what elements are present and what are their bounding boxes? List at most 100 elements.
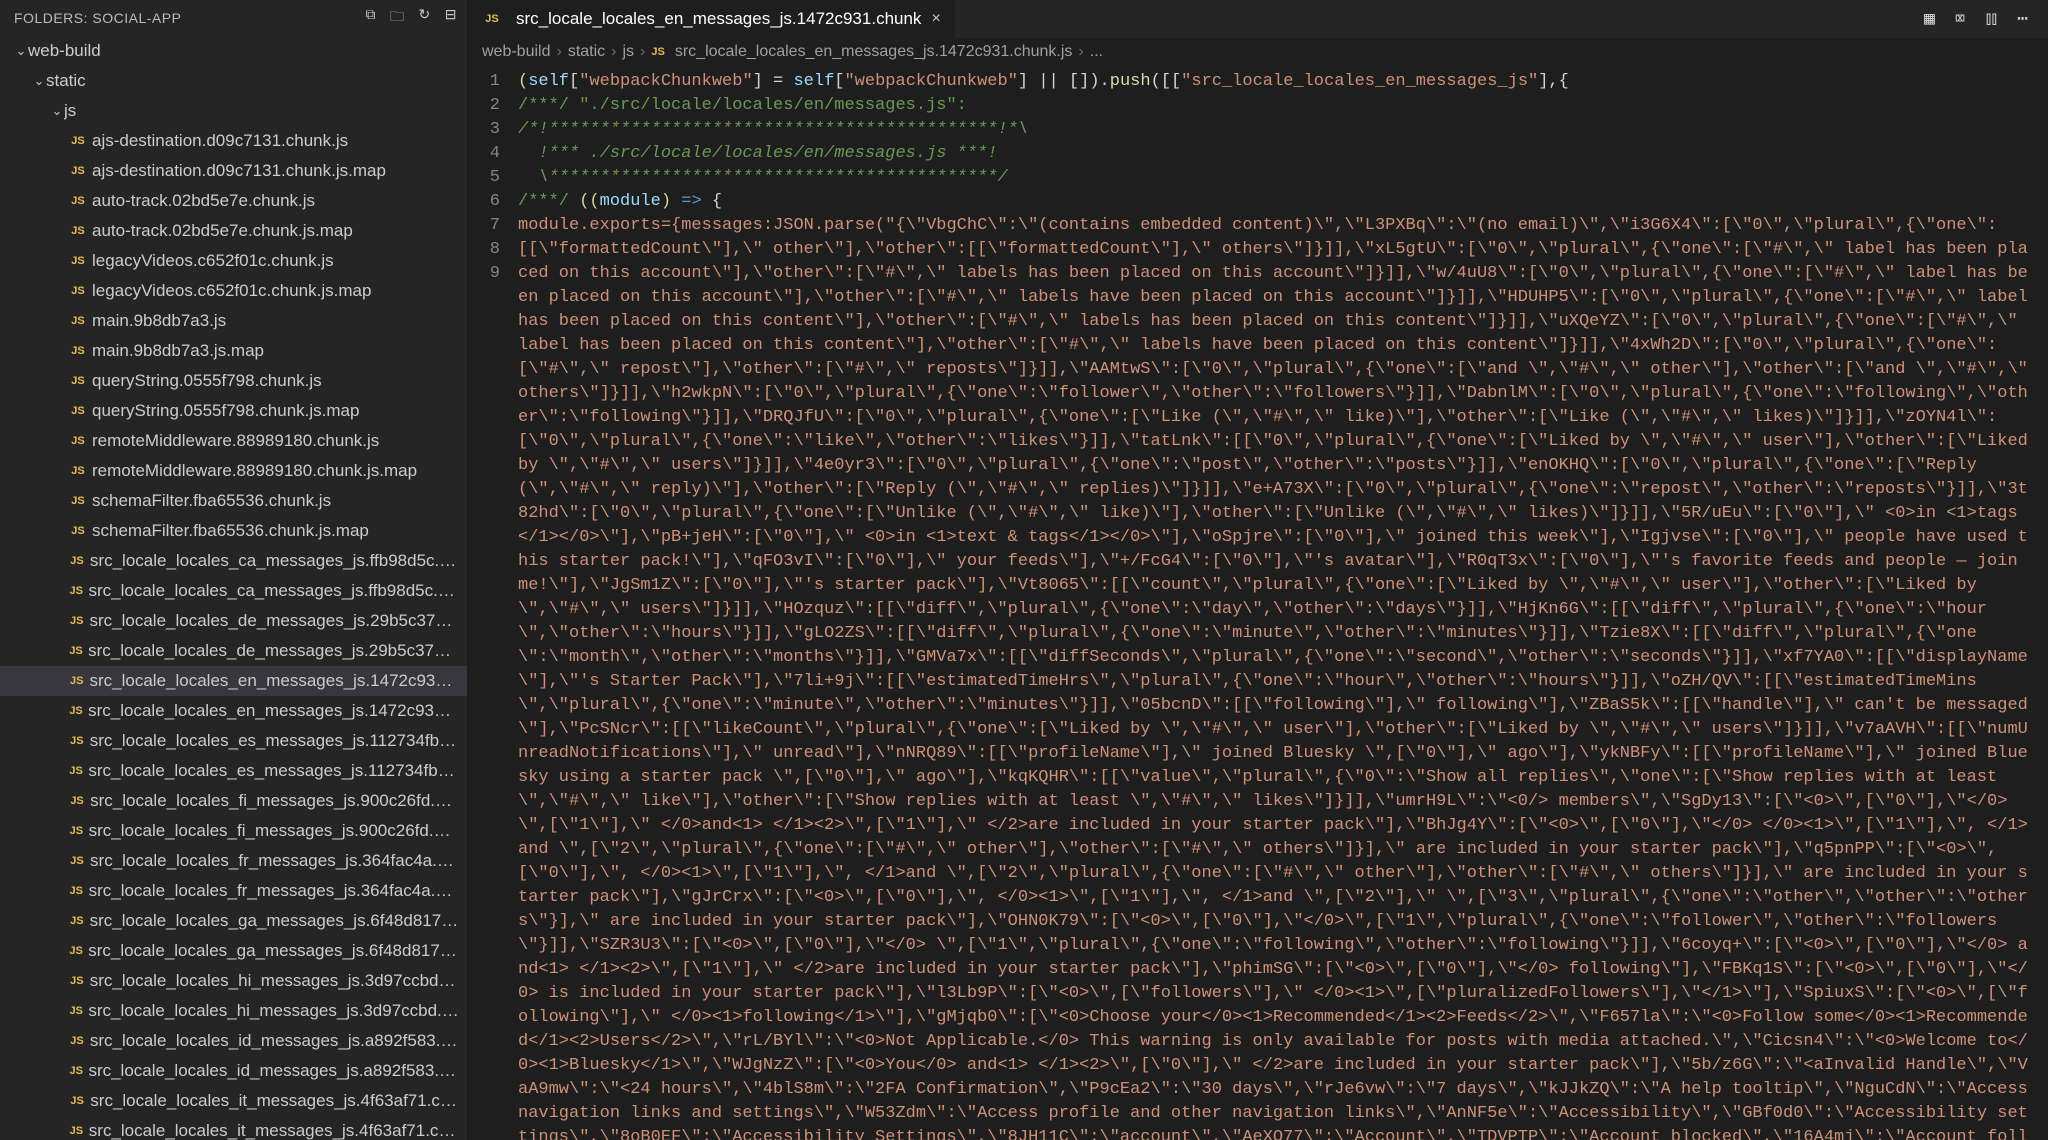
tree-folder[interactable]: ⌄web-build <box>0 36 467 66</box>
js-file-icon: JS <box>68 255 88 267</box>
js-file-icon: JS <box>68 315 88 327</box>
tree-file[interactable]: JS auto-track.02bd5e7e.chunk.js <box>0 186 467 216</box>
file-label: src_locale_locales_hi_messages_js.3d97cc… <box>90 971 459 991</box>
tree-file[interactable]: JSajs-destination.d09c7131.chunk.js.map <box>0 156 467 186</box>
js-file-icon: JS <box>68 285 88 297</box>
tree-file[interactable]: JSsrc_locale_locales_fi_messages_js.900c… <box>0 786 467 816</box>
tree-file[interactable]: JS main.9b8db7a3.js <box>0 306 467 336</box>
js-file-icon: JS <box>68 375 88 387</box>
tree-file[interactable]: JSremoteMiddleware.88989180.chunk.js.map <box>0 456 467 486</box>
code-line-9[interactable]: module.exports={messages:JSON.parse("{\"… <box>518 214 2048 1140</box>
js-file-icon: JS <box>68 1065 84 1077</box>
tree-file[interactable]: JS src_locale_locales_id_messages_js.a892… <box>0 1026 467 1056</box>
code-editor[interactable]: 123456789 (self["webpackChunkweb"] = sel… <box>468 66 2048 1140</box>
new-file-icon[interactable]: ⧉ <box>366 6 377 30</box>
tree-file[interactable]: JSsrc_locale_locales_fr_messages_js.364f… <box>0 876 467 906</box>
tree-file[interactable]: JSsrc_locale_locales_en_messages_js.1472… <box>0 696 467 726</box>
file-label: src_locale_locales_hi_messages_js.3d97cc… <box>88 1001 459 1021</box>
tree-file[interactable]: JSqueryString.0555f798.chunk.js <box>0 366 467 396</box>
chevron-down-icon: ⌄ <box>32 73 46 89</box>
breadcrumb-part[interactable]: ... <box>1090 43 1103 61</box>
js-file-icon: JS <box>68 435 88 447</box>
js-file-icon: JS <box>68 975 86 987</box>
refresh-icon[interactable]: ↻ <box>419 6 431 30</box>
tree-file[interactable]: JSsrc_locale_locales_id_messages_js.a892… <box>0 1056 467 1086</box>
collapse-icon[interactable]: ⊟ <box>445 6 457 30</box>
js-file-icon: JS <box>68 1125 85 1137</box>
breadcrumb[interactable]: web-build › static › js › JS src_locale_… <box>468 38 2048 66</box>
tree-file[interactable]: JSschemaFilter.fba65536.chunk.js.map <box>0 516 467 546</box>
js-file-icon: JS <box>68 135 88 147</box>
tree-file[interactable]: JSsrc_locale_locales_de_messages_js.29b5… <box>0 606 467 636</box>
tree-file[interactable]: JSremoteMiddleware.88989180.chunk.js <box>0 426 467 456</box>
tree-file[interactable]: JSsrc_locale_locales_fi_messages_js.900c… <box>0 816 467 846</box>
line-number: 6 <box>468 190 518 214</box>
file-tree[interactable]: ⌄web-build⌄static⌄jsJSajs-destination.d0… <box>0 36 467 1140</box>
line-number: 8 <box>468 238 518 262</box>
file-label: src_locale_locales_fi_messages_js.900c26… <box>89 821 459 841</box>
js-file-icon: JS <box>68 165 88 177</box>
tree-file[interactable]: JS legacyVideos.c652f01c.chunk.js.map <box>0 276 467 306</box>
file-label: src_locale_locales_es_messages_js.112734… <box>90 731 459 751</box>
js-file-icon: JS <box>68 555 86 567</box>
js-file-icon: JS <box>68 855 86 867</box>
new-folder-icon[interactable]: 🗀 <box>390 6 405 30</box>
file-label: src_locale_locales_en_messages_js.1472c9… <box>90 671 460 691</box>
file-label: legacyVideos.c652f01c.chunk.js <box>92 251 334 271</box>
editor-area: JS src_locale_locales_en_messages_js.147… <box>468 0 2048 1140</box>
compare-icon[interactable]: ▦ <box>1924 8 1935 30</box>
tree-file[interactable]: JS legacyVideos.c652f01c.chunk.js <box>0 246 467 276</box>
tree-file[interactable]: JSsrc_locale_locales_it_messages_js.4f63… <box>0 1116 467 1140</box>
more-icon[interactable]: ⋯ <box>2017 8 2028 30</box>
file-label: src_locale_locales_de_messages_js.29b5c3… <box>90 611 460 631</box>
js-file-icon: JS <box>68 405 88 417</box>
js-file-icon: JS <box>68 345 88 357</box>
tree-file[interactable]: JSsrc_locale_locales_ga_messages_js.6f48… <box>0 906 467 936</box>
tab-label: src_locale_locales_en_messages_js.1472c9… <box>516 9 921 29</box>
js-file-icon: JS <box>68 195 88 207</box>
tree-file[interactable]: JSsrc_locale_locales_it_messages_js.4f63… <box>0 1086 467 1116</box>
tree-folder[interactable]: ⌄js <box>0 96 467 126</box>
close-icon[interactable]: × <box>931 10 940 28</box>
js-file-icon: JS <box>68 915 86 927</box>
tree-file[interactable]: JSsrc_locale_locales_ga_messages_js.6f48… <box>0 936 467 966</box>
tree-file[interactable]: JSsrc_locale_locales_es_messages_js.1127… <box>0 756 467 786</box>
breadcrumb-part[interactable]: js <box>622 43 634 61</box>
js-file-icon: JS <box>68 525 88 537</box>
tree-file[interactable]: JSsrc_locale_locales_en_messages_js.1472… <box>0 666 467 696</box>
js-file-icon: JS <box>68 465 88 477</box>
run-icon[interactable]: ⌧ <box>1955 8 1966 30</box>
breadcrumb-part[interactable]: web-build <box>482 43 550 61</box>
tree-file[interactable]: JSauto-track.02bd5e7e.chunk.js.map <box>0 216 467 246</box>
tree-folder[interactable]: ⌄static <box>0 66 467 96</box>
js-file-icon: JS <box>68 1005 84 1017</box>
js-file-icon: JS <box>68 1035 86 1047</box>
chevron-right-icon: › <box>640 43 645 61</box>
tree-file[interactable]: JSsrc_locale_locales_ca_messages_js.ffb9… <box>0 546 467 576</box>
tree-file[interactable]: JS src_locale_locales_hi_messages_js.3d97… <box>0 966 467 996</box>
code-content[interactable]: (self["webpackChunkweb"] = self["webpack… <box>518 66 2048 1140</box>
tree-file[interactable]: JS src_locale_locales_hi_messages_js.3d97… <box>0 996 467 1026</box>
breadcrumb-part[interactable]: src_locale_locales_en_messages_js.1472c9… <box>675 43 1073 61</box>
file-label: main.9b8db7a3.js <box>92 311 226 331</box>
file-label: legacyVideos.c652f01c.chunk.js.map <box>92 281 371 301</box>
breadcrumb-part[interactable]: static <box>568 43 605 61</box>
file-label: auto-track.02bd5e7e.chunk.js <box>92 191 315 211</box>
tree-file[interactable]: JSsrc_locale_locales_ca_messages_js.ffb9… <box>0 576 467 606</box>
js-file-icon: JS <box>482 13 502 25</box>
js-file-icon: JS <box>68 495 88 507</box>
file-label: auto-track.02bd5e7e.chunk.js.map <box>92 221 353 241</box>
tree-file[interactable]: JSajs-destination.d09c7131.chunk.js <box>0 126 467 156</box>
line-number: 9 <box>468 262 518 286</box>
line-number: 1 <box>468 70 518 94</box>
tree-file[interactable]: JSsrc_locale_locales_fr_messages_js.364f… <box>0 846 467 876</box>
tree-file[interactable]: JSschemaFilter.fba65536.chunk.js <box>0 486 467 516</box>
tab-active[interactable]: JS src_locale_locales_en_messages_js.147… <box>468 0 956 38</box>
tree-file[interactable]: JSmain.9b8db7a3.js.map <box>0 336 467 366</box>
tree-file[interactable]: JSsrc_locale_locales_de_messages_js.29b5… <box>0 636 467 666</box>
split-icon[interactable]: ⫾⫾ <box>1986 9 1998 30</box>
tree-file[interactable]: JSqueryString.0555f798.chunk.js.map <box>0 396 467 426</box>
sidebar: FOLDERS: SOCIAL-APP ⧉ 🗀 ↻ ⊟ ⌄web-build⌄s… <box>0 0 468 1140</box>
tree-file[interactable]: JSsrc_locale_locales_es_messages_js.1127… <box>0 726 467 756</box>
file-label: src_locale_locales_id_messages_js.a892f5… <box>90 1031 459 1051</box>
